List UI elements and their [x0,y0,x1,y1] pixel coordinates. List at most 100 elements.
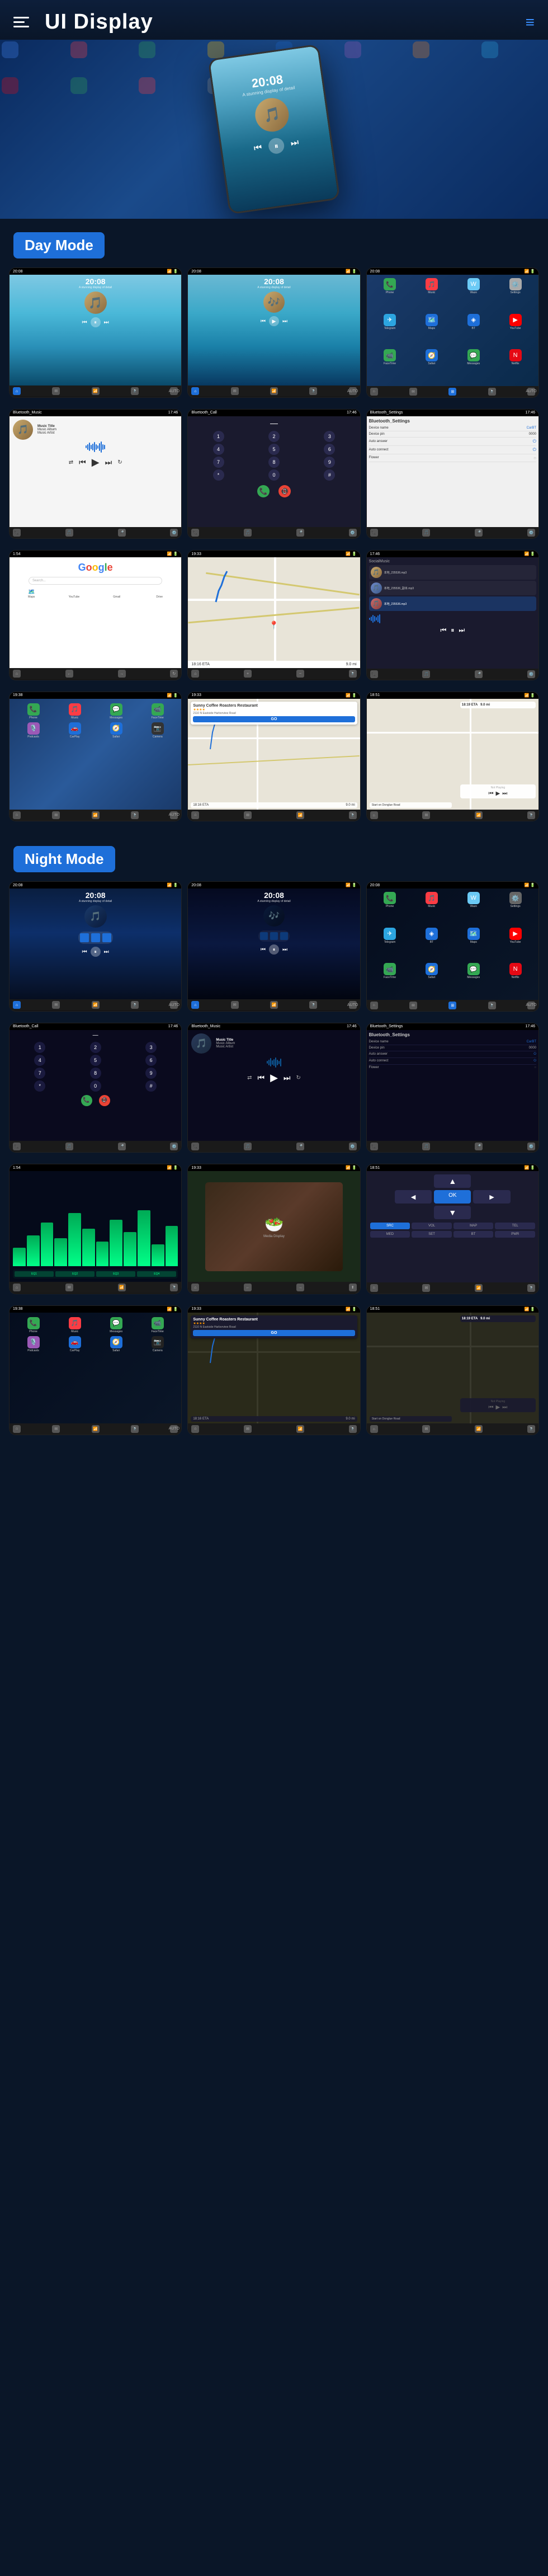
phone-icon-night-music[interactable]: 📞 [191,1143,199,1150]
music-icon-local[interactable]: 🎵 [422,670,430,678]
mail-icon-coffee[interactable]: ✉ [244,811,252,819]
next-btn-2[interactable]: ⏭ [282,318,287,325]
auto-icon-night-apps[interactable]: AUTO [527,1002,535,1009]
night-nav-prev[interactable]: ⏮ [489,1404,494,1411]
night-bt-play[interactable]: ▶ [270,1072,278,1084]
gps-icon-night-apps[interactable]: 🔭 [488,1002,496,1009]
nav-left-btn[interactable]: ◄ [395,1190,432,1204]
night-dial-3[interactable]: 3 [145,1042,157,1053]
local-next-icon[interactable]: ⏭ [459,626,465,634]
play-btn-1[interactable]: ⏸ [91,317,101,327]
music-icon-settings[interactable]: 🎵 [422,529,430,537]
music-icon-call[interactable]: 🎵 [244,529,252,537]
night-bt-prev[interactable]: ⏮ [257,1073,264,1083]
night-setting-auto-answer[interactable]: Auto answer ⏻ [369,1051,536,1058]
phone-icon-bt[interactable]: 📞 [13,529,21,537]
nav-up-btn[interactable]: ▲ [434,1174,471,1188]
night-next-2[interactable]: ⏭ [282,947,287,953]
local-track-2[interactable]: 🎵 本地_235536_副本.mp3 [369,581,536,595]
mic-icon-night-call[interactable]: 🎤 [118,1143,126,1150]
nav-icon[interactable]: ≡ [526,13,535,31]
mail-icon-ios[interactable]: ✉ [52,811,60,819]
ctrl-btn-3[interactable]: MAP [453,1223,494,1229]
home-icon-2[interactable]: ⌂ [191,387,199,395]
gps-icon-night-eq[interactable]: 🔭 [170,1284,178,1291]
gear-icon-night-music[interactable]: ⚙️ [349,1143,357,1150]
app-bt[interactable]: ◈ BT [453,314,493,347]
night-dial-4[interactable]: 4 [34,1055,45,1066]
dial-3[interactable]: 3 [324,431,335,442]
app-waze[interactable]: W Waze [453,278,493,312]
mic-icon-bt[interactable]: 🎤 [118,529,126,537]
signal-icon-coffee[interactable]: 📶 [296,811,304,819]
night-play-1[interactable]: ⏸ [91,947,101,957]
dial-4[interactable]: 4 [213,444,224,455]
ios-camera[interactable]: 📷 Camera [138,722,177,739]
night-play-2[interactable]: ⏸ [269,944,279,955]
eq-preset-3[interactable]: EQ3 [96,1271,135,1277]
night-prev-1[interactable]: ⏮ [82,949,87,955]
night-nav-play[interactable]: ▶ [496,1404,500,1411]
night-ios-messages[interactable]: 💬 Messages [97,1317,135,1333]
ios-phone[interactable]: 📞 Phone [14,703,53,720]
night-app-music[interactable]: 🎵 Music [412,892,451,925]
app-netflix[interactable]: N Netflix [495,349,535,383]
back-icon-google[interactable]: ← [65,670,73,678]
dial-9[interactable]: 9 [324,457,335,468]
app-telegram[interactable]: ✈ Telegram [370,314,410,347]
local-play-icon[interactable]: ⏸ [451,626,454,634]
music-icon-bt[interactable]: 🎵 [65,529,73,537]
night-app-netflix[interactable]: N Netflix [495,963,535,996]
gear-icon-call[interactable]: ⚙️ [349,529,357,537]
auto-icon-2[interactable]: AUTO [349,387,357,395]
ctrl-btn-2[interactable]: VOL [412,1223,452,1229]
ios-music[interactable]: 🎵 Music [55,703,94,720]
night-bt-next[interactable]: ⏭ [284,1073,291,1083]
night-dial-6[interactable]: 6 [145,1055,157,1066]
dial-0[interactable]: 0 [268,469,280,481]
ios-facetime[interactable]: 📹 FaceTime [138,703,177,720]
night-ios-phone[interactable]: 📞 Phone [14,1317,53,1333]
ctrl-btn-7[interactable]: BT [453,1231,494,1238]
night-ios-camera[interactable]: 📷 Camera [138,1336,177,1352]
mail-icon-2[interactable]: ✉ [231,387,239,395]
gps-icon-night-coffee[interactable]: 🔭 [349,1425,357,1433]
local-track-3[interactable]: 🎵 本地_235536.mp3 [369,596,536,611]
ios-safari[interactable]: 🧭 Safari [97,722,135,739]
signal-night-2[interactable]: 📶 [270,1001,278,1009]
app-youtube[interactable]: ▶ YouTube [495,314,535,347]
night-app-settings[interactable]: ⚙️ Settings [495,892,535,925]
night-dial-star[interactable]: * [34,1080,45,1092]
auto-icon-night-ios[interactable]: AUTO [170,1425,178,1433]
app-facetime[interactable]: 📹 FaceTime [370,349,410,383]
phone-icon-night-call[interactable]: 📞 [13,1143,21,1150]
ctrl-btn-5[interactable]: MED [370,1231,410,1238]
nav-center-btn[interactable]: OK [434,1190,471,1204]
bt-play-icon[interactable]: ▶ [92,457,100,468]
nav-prev-icon[interactable]: ⏮ [489,791,494,797]
night-app-youtube[interactable]: ▶ YouTube [495,928,535,961]
home-icon-coffee[interactable]: ⌂ [191,811,199,819]
gear-icon-night-call[interactable]: ⚙️ [170,1143,178,1150]
signal-icon-night-ios[interactable]: 📶 [92,1425,100,1433]
apps-icon-3[interactable]: ⊞ [448,388,456,396]
night-ios-safari[interactable]: 🧭 Safari [97,1336,135,1352]
night-app-bt[interactable]: ◈ BT [412,928,451,961]
home-icon-ios[interactable]: ⌂ [13,811,21,819]
gps-icon-3[interactable]: 🔭 [488,388,496,396]
night-ios-music[interactable]: 🎵 Music [55,1317,94,1333]
end-call-btn[interactable]: 📵 [278,485,291,497]
night-bt-repeat[interactable]: ↻ [296,1075,301,1081]
nav-play-icon[interactable]: ▶ [496,791,500,797]
dial-2[interactable]: 2 [268,431,280,442]
local-prev-icon[interactable]: ⏮ [441,626,447,634]
eq-preset-4[interactable]: EQ4 [137,1271,176,1277]
night-dial-1[interactable]: 1 [34,1042,45,1053]
music-icon-night-settings[interactable]: 🎵 [422,1143,430,1150]
music-icon-night-music[interactable]: 🎵 [244,1143,252,1150]
ios-carplay[interactable]: 🚗 CarPlay [55,722,94,739]
app-phone[interactable]: 📞 Phone [370,278,410,312]
night-app-facetime[interactable]: 📹 FaceTime [370,963,410,996]
mic-icon-local[interactable]: 🎤 [475,670,483,678]
home-icon-night-ios[interactable]: ⌂ [13,1425,21,1433]
